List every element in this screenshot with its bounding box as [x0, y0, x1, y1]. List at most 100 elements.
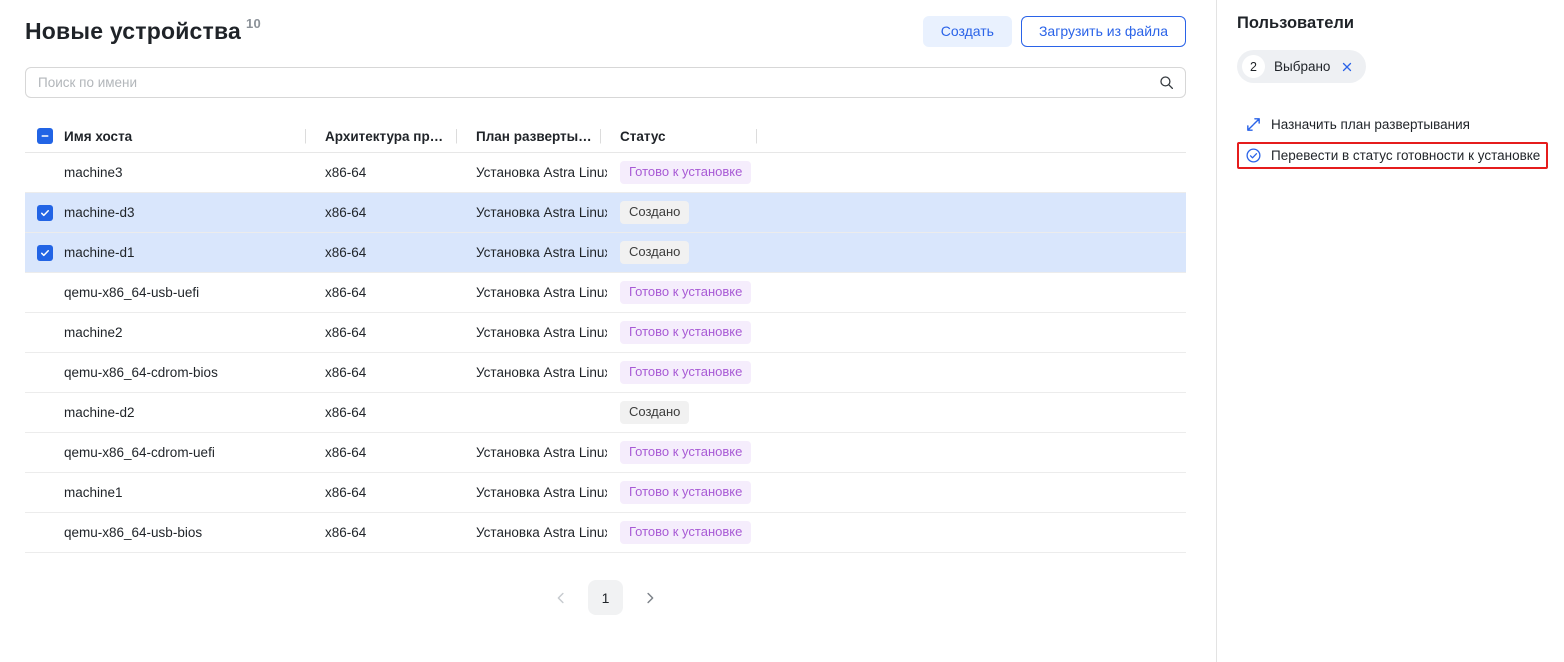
page-title-text: Новые устройства	[25, 18, 241, 44]
status-badge: Готово к установке	[620, 361, 751, 384]
table-row[interactable]: qemu-x86_64-usb-uefix86-64Установка Astr…	[25, 273, 1186, 313]
select-all-cell[interactable]	[25, 128, 64, 144]
page-title: Новые устройства 10	[25, 18, 261, 45]
table-row[interactable]: machine2x86-64Установка Astra Linux» Гото…	[25, 313, 1186, 353]
sidebar-actions: Назначить план развертывания Перевести в …	[1237, 111, 1552, 169]
upload-from-file-button[interactable]: Загрузить из файла	[1021, 16, 1186, 47]
cpu-architecture: x86-64	[312, 485, 463, 500]
status-badge: Готово к установке	[620, 161, 751, 184]
cpu-architecture: x86-64	[312, 165, 463, 180]
set-ready-status-action[interactable]: Перевести в статус готовности к установк…	[1237, 142, 1548, 169]
expand-arrows-icon	[1245, 116, 1262, 133]
status-badge: Готово к установке	[620, 521, 751, 544]
column-header-status[interactable]: Статус	[607, 129, 763, 144]
status-cell: Создано	[607, 401, 763, 424]
table-row[interactable]: machine-d3x86-64Установка Astra Linux» Со…	[25, 193, 1186, 233]
sidebar: Пользователи 2 Выбрано Назначить план ра…	[1216, 0, 1564, 662]
status-badge: Создано	[620, 241, 689, 264]
devices-panel: Новые устройства 10 Создать Загрузить из …	[0, 0, 1216, 662]
status-cell: Готово к установке	[607, 361, 763, 384]
cpu-architecture: x86-64	[312, 245, 463, 260]
deployment-plan: Установка Astra Linux»	[463, 445, 607, 460]
status-badge: Готово к установке	[620, 441, 751, 464]
row-checkbox-checked[interactable]	[37, 245, 53, 261]
column-header-plan[interactable]: План разверты…	[463, 129, 607, 144]
status-cell: Создано	[607, 201, 763, 224]
status-cell: Готово к установке	[607, 481, 763, 504]
selection-chip: 2 Выбрано	[1237, 50, 1366, 83]
host-name: qemu-x86_64-usb-uefi	[64, 285, 312, 300]
cpu-architecture: x86-64	[312, 365, 463, 380]
devices-table: Имя хоста Архитектура пр… План разверты……	[25, 120, 1186, 553]
status-cell: Готово к установке	[607, 161, 763, 184]
status-badge: Создано	[620, 201, 689, 224]
selection-count: 2	[1242, 55, 1265, 78]
host-name: qemu-x86_64-cdrom-uefi	[64, 445, 312, 460]
select-all-checkbox-indeterminate[interactable]	[37, 128, 53, 144]
deployment-plan: Установка Astra Linux»	[463, 245, 607, 260]
cpu-architecture: x86-64	[312, 405, 463, 420]
host-name: machine2	[64, 325, 312, 340]
host-name: machine-d1	[64, 245, 312, 260]
table-row[interactable]: machine-d1x86-64Установка Astra Linux» Со…	[25, 233, 1186, 273]
page-number-1[interactable]: 1	[588, 580, 623, 615]
deployment-plan: Установка Astra Linux»	[463, 165, 607, 180]
host-name: qemu-x86_64-cdrom-bios	[64, 365, 312, 380]
cpu-architecture: x86-64	[312, 205, 463, 220]
table-row[interactable]: qemu-x86_64-cdrom-uefix86-64Установка As…	[25, 433, 1186, 473]
action-label: Перевести в статус готовности к установк…	[1271, 148, 1540, 163]
table-header: Имя хоста Архитектура пр… План разверты……	[25, 120, 1186, 153]
host-name: machine3	[64, 165, 312, 180]
search-icon[interactable]	[1158, 74, 1175, 91]
row-checkbox-checked[interactable]	[37, 205, 53, 221]
status-badge: Создано	[620, 401, 689, 424]
cpu-architecture: x86-64	[312, 285, 463, 300]
column-header-architecture[interactable]: Архитектура пр…	[312, 129, 463, 144]
status-badge: Готово к установке	[620, 481, 751, 504]
sidebar-title: Пользователи	[1237, 14, 1552, 33]
deployment-plan: Установка Astra Linux»	[463, 485, 607, 500]
cpu-architecture: x86-64	[312, 525, 463, 540]
host-name: qemu-x86_64-usb-bios	[64, 525, 312, 540]
pagination: 1	[25, 580, 1186, 615]
table-row[interactable]: machine-d2x86-64 Создано	[25, 393, 1186, 433]
deployment-plan: Установка Astra Linux»	[463, 205, 607, 220]
host-name: machine-d3	[64, 205, 312, 220]
status-badge: Готово к установке	[620, 321, 751, 344]
column-header-host[interactable]: Имя хоста	[64, 129, 312, 144]
check-circle-icon	[1245, 147, 1262, 164]
status-cell: Готово к установке	[607, 441, 763, 464]
table-row[interactable]: qemu-x86_64-cdrom-biosx86-64Установка As…	[25, 353, 1186, 393]
create-button[interactable]: Создать	[923, 16, 1012, 47]
table-body: machine3x86-64Установка Astra Linux»Гото…	[25, 153, 1186, 553]
search-box	[25, 67, 1186, 98]
app-root: Новые устройства 10 Создать Загрузить из …	[0, 0, 1564, 662]
deployment-plan: Установка Astra Linux»	[463, 365, 607, 380]
status-cell: Готово к установке	[607, 321, 763, 344]
table-row[interactable]: machine3x86-64Установка Astra Linux» Гото…	[25, 153, 1186, 193]
deployment-plan: Установка Astra Linux»	[463, 525, 607, 540]
host-name: machine1	[64, 485, 312, 500]
next-page-button[interactable]	[638, 586, 662, 610]
search-input[interactable]	[25, 67, 1186, 98]
assign-deployment-plan-action[interactable]: Назначить план развертывания	[1237, 111, 1478, 138]
header-buttons: Создать Загрузить из файла	[923, 16, 1186, 47]
prev-page-button[interactable]	[549, 586, 573, 610]
status-cell: Готово к установке	[607, 281, 763, 304]
deployment-plan: Установка Astra Linux»	[463, 325, 607, 340]
table-row[interactable]: qemu-x86_64-usb-biosx86-64Установка Astr…	[25, 513, 1186, 553]
status-cell: Готово к установке	[607, 521, 763, 544]
row-checkbox-cell[interactable]	[25, 205, 64, 221]
cpu-architecture: x86-64	[312, 325, 463, 340]
host-name: machine-d2	[64, 405, 312, 420]
clear-selection-icon[interactable]	[1341, 61, 1353, 73]
status-badge: Готово к установке	[620, 281, 751, 304]
selection-label: Выбрано	[1274, 59, 1330, 74]
row-checkbox-cell[interactable]	[25, 245, 64, 261]
action-label: Назначить план развертывания	[1271, 117, 1470, 132]
table-row[interactable]: machine1x86-64Установка Astra Linux» Гото…	[25, 473, 1186, 513]
deployment-plan: Установка Astra Linux»	[463, 285, 607, 300]
cpu-architecture: x86-64	[312, 445, 463, 460]
device-count-badge: 10	[246, 16, 261, 31]
status-cell: Создано	[607, 241, 763, 264]
